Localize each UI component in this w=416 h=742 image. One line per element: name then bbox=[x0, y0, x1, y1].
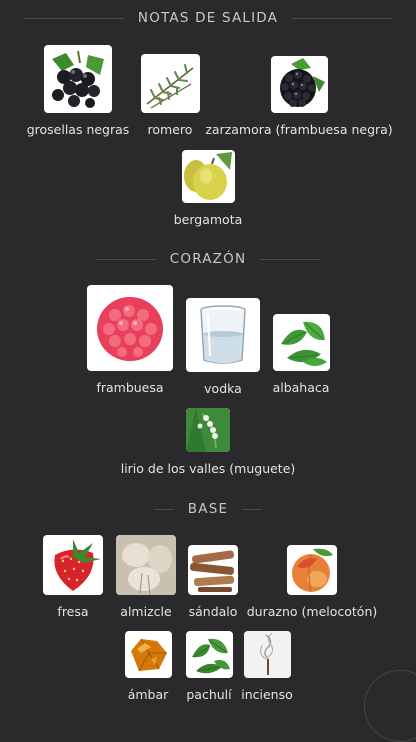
note-label: pachulí bbox=[186, 687, 232, 702]
black-currant-image bbox=[44, 45, 112, 113]
patchouli-image bbox=[185, 631, 233, 678]
note-label: albahaca bbox=[272, 380, 330, 395]
note-label: zarzamora (frambuesa negra) bbox=[205, 122, 393, 137]
section-header-base-notes: BASE bbox=[0, 501, 416, 517]
note-label: lirio de los valles (muguete) bbox=[120, 461, 296, 476]
divider-line bbox=[95, 258, 156, 260]
note-label: almizcle bbox=[120, 604, 172, 619]
note-blackberry[interactable]: zarzamora (frambuesa negra) bbox=[205, 56, 393, 137]
divider-line bbox=[292, 17, 393, 19]
strawberry-image bbox=[43, 535, 103, 595]
section-header-top-notes: NOTAS DE SALIDA bbox=[0, 10, 416, 26]
lily-of-the-valley-image bbox=[186, 408, 230, 452]
amber-image bbox=[124, 631, 172, 678]
note-amber[interactable]: ámbar bbox=[117, 631, 179, 702]
divider-line bbox=[153, 508, 174, 510]
peach-image bbox=[287, 545, 337, 595]
note-label: vodka bbox=[204, 381, 242, 396]
basil-image bbox=[272, 314, 330, 371]
section-title: CORAZÓN bbox=[169, 251, 247, 267]
note-label: grosellas negras bbox=[26, 122, 130, 137]
note-label: ámbar bbox=[127, 687, 169, 702]
musk-image bbox=[116, 535, 176, 595]
corner-decoration bbox=[364, 670, 416, 742]
incense-image bbox=[243, 631, 291, 678]
note-incense[interactable]: incienso bbox=[236, 631, 298, 702]
note-black-currant[interactable]: grosellas negras bbox=[26, 45, 130, 137]
note-rosemary[interactable]: romero bbox=[130, 54, 210, 137]
sandalwood-image bbox=[188, 545, 238, 595]
blackberry-image bbox=[270, 56, 328, 113]
divider-line bbox=[23, 17, 124, 19]
note-label: durazno (melocotón) bbox=[246, 604, 378, 619]
note-label: incienso bbox=[241, 687, 293, 702]
note-basil[interactable]: albahaca bbox=[262, 314, 340, 395]
vodka-glass-image bbox=[186, 298, 260, 372]
note-strawberry[interactable]: fresa bbox=[38, 535, 108, 619]
raspberry-image bbox=[87, 285, 173, 371]
note-peach[interactable]: durazno (melocotón) bbox=[246, 545, 378, 619]
note-sandalwood[interactable]: sándalo bbox=[183, 545, 243, 619]
section-header-heart-notes: CORAZÓN bbox=[0, 251, 416, 267]
note-musk[interactable]: almizcle bbox=[111, 535, 181, 619]
section-title: NOTAS DE SALIDA bbox=[137, 10, 279, 26]
divider-line bbox=[242, 508, 263, 510]
note-label: bergamota bbox=[173, 212, 243, 227]
bergamot-image bbox=[181, 150, 235, 203]
note-label: frambuesa bbox=[96, 380, 164, 395]
note-vodka[interactable]: vodka bbox=[183, 298, 263, 396]
note-label: romero bbox=[147, 122, 193, 137]
note-bergamot[interactable]: bergamota bbox=[168, 150, 248, 227]
note-label: fresa bbox=[57, 604, 89, 619]
section-title: BASE bbox=[187, 501, 229, 517]
note-label: sándalo bbox=[188, 604, 238, 619]
note-raspberry[interactable]: frambuesa bbox=[80, 285, 180, 395]
note-patchouli[interactable]: pachulí bbox=[178, 631, 240, 702]
rosemary-image bbox=[140, 54, 200, 113]
note-lily-of-the-valley[interactable]: lirio de los valles (muguete) bbox=[108, 408, 308, 476]
divider-line bbox=[260, 258, 321, 260]
